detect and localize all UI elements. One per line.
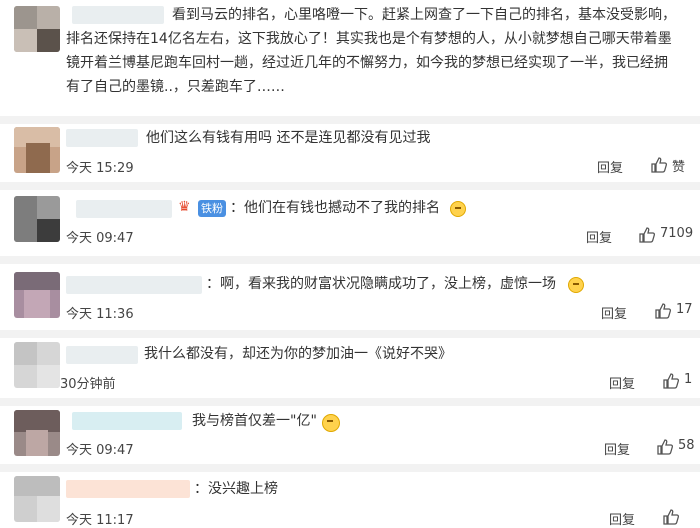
comment-time: 今天 11:17: [66, 513, 134, 528]
thumbs-up-icon: [657, 439, 674, 455]
reply-button[interactable]: 回复: [601, 303, 627, 322]
like-button[interactable]: 1: [662, 371, 698, 391]
separator: [0, 182, 700, 190]
comment-time: 今天 09:47: [66, 443, 134, 458]
separator: [0, 398, 700, 406]
comment-feed: 看到马云的排名，心里咯噔一下。赶紧上网查了一下自己的排名，基本没受影响， 排名还…: [0, 0, 700, 528]
smile-emoji-icon: [450, 201, 466, 217]
like-button[interactable]: [662, 507, 698, 527]
like-count: 58: [678, 438, 695, 453]
thumbs-up-icon: [639, 227, 656, 243]
username-blurred[interactable]: [66, 346, 138, 364]
username-blurred[interactable]: [66, 276, 202, 294]
username-blurred[interactable]: [76, 200, 172, 218]
reply-button[interactable]: 回复: [604, 439, 630, 458]
comment-text: 我什么都没有，却还为你的梦加油一《说好不哭》: [144, 346, 452, 362]
comment-time: 今天 09:47: [66, 231, 134, 246]
reply-button[interactable]: 回复: [597, 157, 623, 176]
like-button[interactable]: 17: [654, 301, 698, 321]
comment-text-line: 看到马云的排名，心里咯噔一下。赶紧上网查了一下自己的排名，基本没受影响，: [172, 7, 676, 23]
comment-text-line: 有了自己的墨镜..，只差跑车了……: [66, 79, 285, 95]
avatar[interactable]: [14, 410, 60, 456]
thumbs-up-icon: [651, 157, 668, 173]
separator: [0, 330, 700, 338]
comment-time: 30分钟前: [60, 377, 116, 392]
reply-button[interactable]: 回复: [609, 509, 635, 528]
comment-item: 看到马云的排名，心里咯噔一下。赶紧上网查了一下自己的排名，基本没受影响， 排名还…: [0, 0, 700, 118]
thumbs-up-icon: [655, 303, 672, 319]
avatar[interactable]: [14, 196, 60, 242]
thumbs-up-icon: [663, 509, 680, 525]
separator: [0, 256, 700, 264]
like-count: 17: [676, 302, 693, 317]
reply-button[interactable]: 回复: [586, 227, 612, 246]
username-blurred[interactable]: [66, 129, 138, 147]
comment-text: 我与榜首仅差一"亿": [192, 413, 317, 429]
avatar[interactable]: [14, 127, 60, 173]
comment-text: ：没兴趣上榜: [194, 481, 278, 497]
comment-text-line: 排名还保持在14亿名左右，这下我放心了！其实我也是个有梦想的人，从小就梦想自己哪…: [66, 31, 672, 47]
comment-item: 我与榜首仅差一"亿" 今天 09:47 回复 58: [0, 406, 700, 464]
comment-item: ：啊，看来我的财富状况隐瞒成功了，没上榜，虚惊一场 今天 11:36 回复 17: [0, 264, 700, 328]
comment-text: ：啊，看来我的财富状况隐瞒成功了，没上榜，虚惊一场: [206, 276, 556, 292]
thumbs-up-icon: [663, 373, 680, 389]
avatar[interactable]: [14, 342, 60, 388]
comment-text: 他们这么有钱有用吗 还不是连见都没有见过我: [146, 130, 431, 146]
comment-text-line: 镜开着兰博基尼跑车回村一趟，经过近几年的不懈努力，如今我的梦想已经实现了一半，我…: [66, 55, 668, 71]
username-blurred[interactable]: [66, 480, 190, 498]
separator: [0, 116, 700, 124]
reply-button[interactable]: 回复: [609, 373, 635, 392]
like-count: 赞: [672, 160, 686, 175]
comment-text: ：他们在有钱也撼动不了我的排名: [230, 200, 440, 216]
like-button[interactable]: 7109: [638, 225, 698, 245]
like-button[interactable]: 58: [656, 437, 698, 457]
avatar[interactable]: [14, 6, 60, 52]
avatar[interactable]: [14, 272, 60, 318]
comment-time: 今天 11:36: [66, 307, 134, 322]
comment-item: ：没兴趣上榜 今天 11:17 回复: [0, 472, 700, 528]
username-blurred[interactable]: [72, 412, 182, 430]
separator: [0, 464, 700, 472]
avatar[interactable]: [14, 476, 60, 522]
like-count: 1: [684, 372, 693, 387]
fan-badge: 铁粉: [198, 200, 226, 217]
smile-emoji-icon: [568, 277, 584, 293]
comment-time: 今天 15:29: [66, 161, 134, 176]
username-blurred[interactable]: [72, 6, 164, 24]
like-count: 7109: [660, 226, 694, 241]
comment-item: 他们这么有钱有用吗 还不是连见都没有见过我 今天 15:29 回复 赞: [0, 124, 700, 184]
fan-emoji-icon: ♛: [178, 199, 191, 215]
like-button[interactable]: 赞: [650, 155, 696, 175]
comment-item: 我什么都没有，却还为你的梦加油一《说好不哭》 30分钟前 回复 1: [0, 338, 700, 396]
surprised-emoji-icon: [322, 414, 340, 432]
comment-item: ♛ 铁粉 ：他们在有钱也撼动不了我的排名 今天 09:47 回复 7109: [0, 190, 700, 252]
